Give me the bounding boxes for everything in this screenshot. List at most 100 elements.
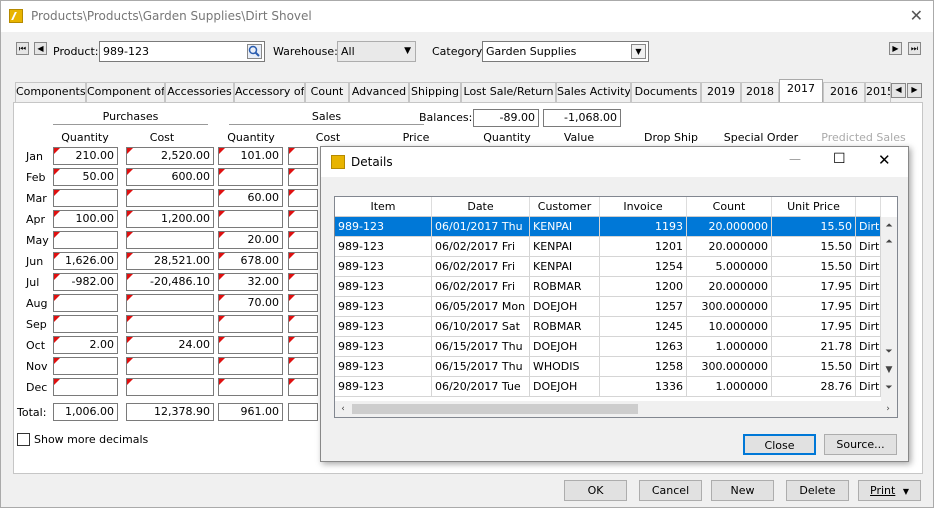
- purchase-cost-cell[interactable]: [126, 378, 214, 396]
- purchase-quantity-cell[interactable]: 100.00: [53, 210, 118, 228]
- tab-lost-sale-return[interactable]: Lost Sale/Return: [461, 82, 556, 102]
- sales-quantity-cell[interactable]: 32.00: [218, 273, 283, 291]
- column-header-unit-price[interactable]: Unit Price: [772, 197, 856, 217]
- cancel-button[interactable]: Cancel: [639, 480, 702, 501]
- sales-quantity-cell[interactable]: 678.00: [218, 252, 283, 270]
- category-select[interactable]: Garden Supplies ▼: [482, 41, 649, 62]
- source-button[interactable]: Source...: [824, 434, 897, 455]
- scrollbar-thumb[interactable]: [352, 404, 638, 414]
- purchase-quantity-cell[interactable]: [53, 294, 118, 312]
- tab-count[interactable]: Count: [305, 82, 349, 102]
- tab-2019[interactable]: 2019: [701, 82, 741, 102]
- tab-scroll-right-button[interactable]: ▶: [907, 83, 922, 98]
- close-icon[interactable]: ✕: [910, 6, 923, 25]
- tab-shipping[interactable]: Shipping: [409, 82, 461, 102]
- print-button[interactable]: Print ▼: [858, 480, 921, 501]
- sales-quantity-cell[interactable]: [218, 210, 283, 228]
- purchase-cost-cell[interactable]: [126, 357, 214, 375]
- purchase-quantity-cell[interactable]: 50.00: [53, 168, 118, 186]
- first-record-button[interactable]: ⏮: [16, 42, 29, 55]
- tab-2018[interactable]: 2018: [741, 82, 779, 102]
- sales-cost-cell[interactable]: [288, 273, 318, 291]
- tab-2017[interactable]: 2017: [779, 79, 823, 102]
- table-row[interactable]: 989-123 06/02/2017 Fri ROBMAR 1200 20.000000…: [335, 277, 881, 297]
- scroll-bottom-icon[interactable]: ⏷: [882, 381, 896, 395]
- scroll-right-icon[interactable]: ›: [881, 402, 895, 416]
- sales-quantity-cell[interactable]: [218, 336, 283, 354]
- table-row[interactable]: 989-123 06/02/2017 Fri KENPAI 1201 20.000000…: [335, 237, 881, 257]
- table-row[interactable]: 989-123 06/02/2017 Fri KENPAI 1254 5.000000 1…: [335, 257, 881, 277]
- tab-advanced[interactable]: Advanced: [349, 82, 409, 102]
- column-header-count[interactable]: Count: [687, 197, 772, 217]
- tab-components[interactable]: Components: [15, 82, 86, 102]
- prev-record-button[interactable]: ◀: [34, 42, 47, 55]
- search-icon[interactable]: [247, 44, 262, 59]
- scroll-top-icon[interactable]: ⏶: [882, 219, 896, 233]
- sales-quantity-cell[interactable]: [218, 315, 283, 333]
- table-row[interactable]: 989-123 06/20/2017 Tue DOEJOH 1336 1.000000 2…: [335, 377, 881, 397]
- sales-quantity-cell[interactable]: 70.00: [218, 294, 283, 312]
- table-row[interactable]: 989-123 06/10/2017 Sat ROBMAR 1245 10.000000…: [335, 317, 881, 337]
- maximize-icon[interactable]: ☐: [833, 151, 846, 167]
- scrollbar-track[interactable]: [884, 253, 894, 345]
- purchase-cost-cell[interactable]: 600.00: [126, 168, 214, 186]
- tab-2015[interactable]: 2015: [865, 82, 891, 102]
- sales-cost-cell[interactable]: [288, 210, 318, 228]
- column-header-invoice[interactable]: Invoice: [600, 197, 687, 217]
- sales-quantity-cell[interactable]: [218, 378, 283, 396]
- table-row[interactable]: 989-123 06/15/2017 Thu DOEJOH 1263 1.000000 2…: [335, 337, 881, 357]
- table-row[interactable]: 989-123 06/15/2017 Thu WHODIS 1258 300.00000…: [335, 357, 881, 377]
- scroll-left-icon[interactable]: ‹: [336, 402, 350, 416]
- next-record-button[interactable]: ▶: [889, 42, 902, 55]
- scroll-down-icon[interactable]: ▼: [882, 363, 896, 377]
- purchase-quantity-cell[interactable]: 2.00: [53, 336, 118, 354]
- purchase-quantity-cell[interactable]: 1,626.00: [53, 252, 118, 270]
- purchase-quantity-cell[interactable]: 210.00: [53, 147, 118, 165]
- scroll-page-down-icon[interactable]: ⏷: [882, 345, 896, 359]
- sales-quantity-cell[interactable]: [218, 168, 283, 186]
- new-button[interactable]: New: [711, 480, 774, 501]
- purchase-quantity-cell[interactable]: [53, 378, 118, 396]
- tab-sales-activity[interactable]: Sales Activity: [556, 82, 631, 102]
- horizontal-scrollbar[interactable]: ‹ ›: [335, 401, 897, 417]
- sales-cost-cell[interactable]: [288, 189, 318, 207]
- tab-component-of[interactable]: Component of: [86, 82, 165, 102]
- purchase-cost-cell[interactable]: [126, 294, 214, 312]
- product-input[interactable]: 989-123: [99, 41, 265, 62]
- close-button[interactable]: Close: [743, 434, 816, 455]
- purchase-cost-cell[interactable]: 24.00: [126, 336, 214, 354]
- sales-cost-cell[interactable]: [288, 147, 318, 165]
- sales-cost-cell[interactable]: [288, 336, 318, 354]
- purchase-cost-cell[interactable]: 28,521.00: [126, 252, 214, 270]
- tab-scroll-left-button[interactable]: ◀: [891, 83, 906, 98]
- purchase-quantity-cell[interactable]: [53, 315, 118, 333]
- tab-accessories[interactable]: Accessories: [165, 82, 234, 102]
- close-icon[interactable]: ✕: [878, 151, 891, 169]
- sales-quantity-cell[interactable]: 60.00: [218, 189, 283, 207]
- purchase-quantity-cell[interactable]: [53, 189, 118, 207]
- column-header-customer[interactable]: Customer: [530, 197, 600, 217]
- sales-quantity-cell[interactable]: [218, 357, 283, 375]
- column-header-description[interactable]: [856, 197, 881, 217]
- ok-button[interactable]: OK: [564, 480, 627, 501]
- delete-button[interactable]: Delete: [786, 480, 849, 501]
- show-more-decimals-checkbox[interactable]: [17, 433, 30, 446]
- purchase-cost-cell[interactable]: [126, 315, 214, 333]
- purchase-cost-cell[interactable]: [126, 231, 214, 249]
- purchase-cost-cell[interactable]: 1,200.00: [126, 210, 214, 228]
- sales-cost-cell[interactable]: [288, 252, 318, 270]
- sales-quantity-cell[interactable]: 20.00: [218, 231, 283, 249]
- purchase-cost-cell[interactable]: [126, 189, 214, 207]
- sales-cost-cell[interactable]: [288, 357, 318, 375]
- sales-cost-cell[interactable]: [288, 231, 318, 249]
- sales-cost-cell[interactable]: [288, 168, 318, 186]
- tab-documents[interactable]: Documents: [631, 82, 701, 102]
- column-header-date[interactable]: Date: [432, 197, 530, 217]
- last-record-button[interactable]: ⏭: [908, 42, 921, 55]
- sales-cost-cell[interactable]: [288, 378, 318, 396]
- sales-quantity-cell[interactable]: 101.00: [218, 147, 283, 165]
- sales-cost-cell[interactable]: [288, 315, 318, 333]
- table-row[interactable]: 989-123 06/01/2017 Thu KENPAI 1193 20.000000…: [335, 217, 881, 237]
- purchase-quantity-cell[interactable]: -982.00: [53, 273, 118, 291]
- purchase-cost-cell[interactable]: 2,520.00: [126, 147, 214, 165]
